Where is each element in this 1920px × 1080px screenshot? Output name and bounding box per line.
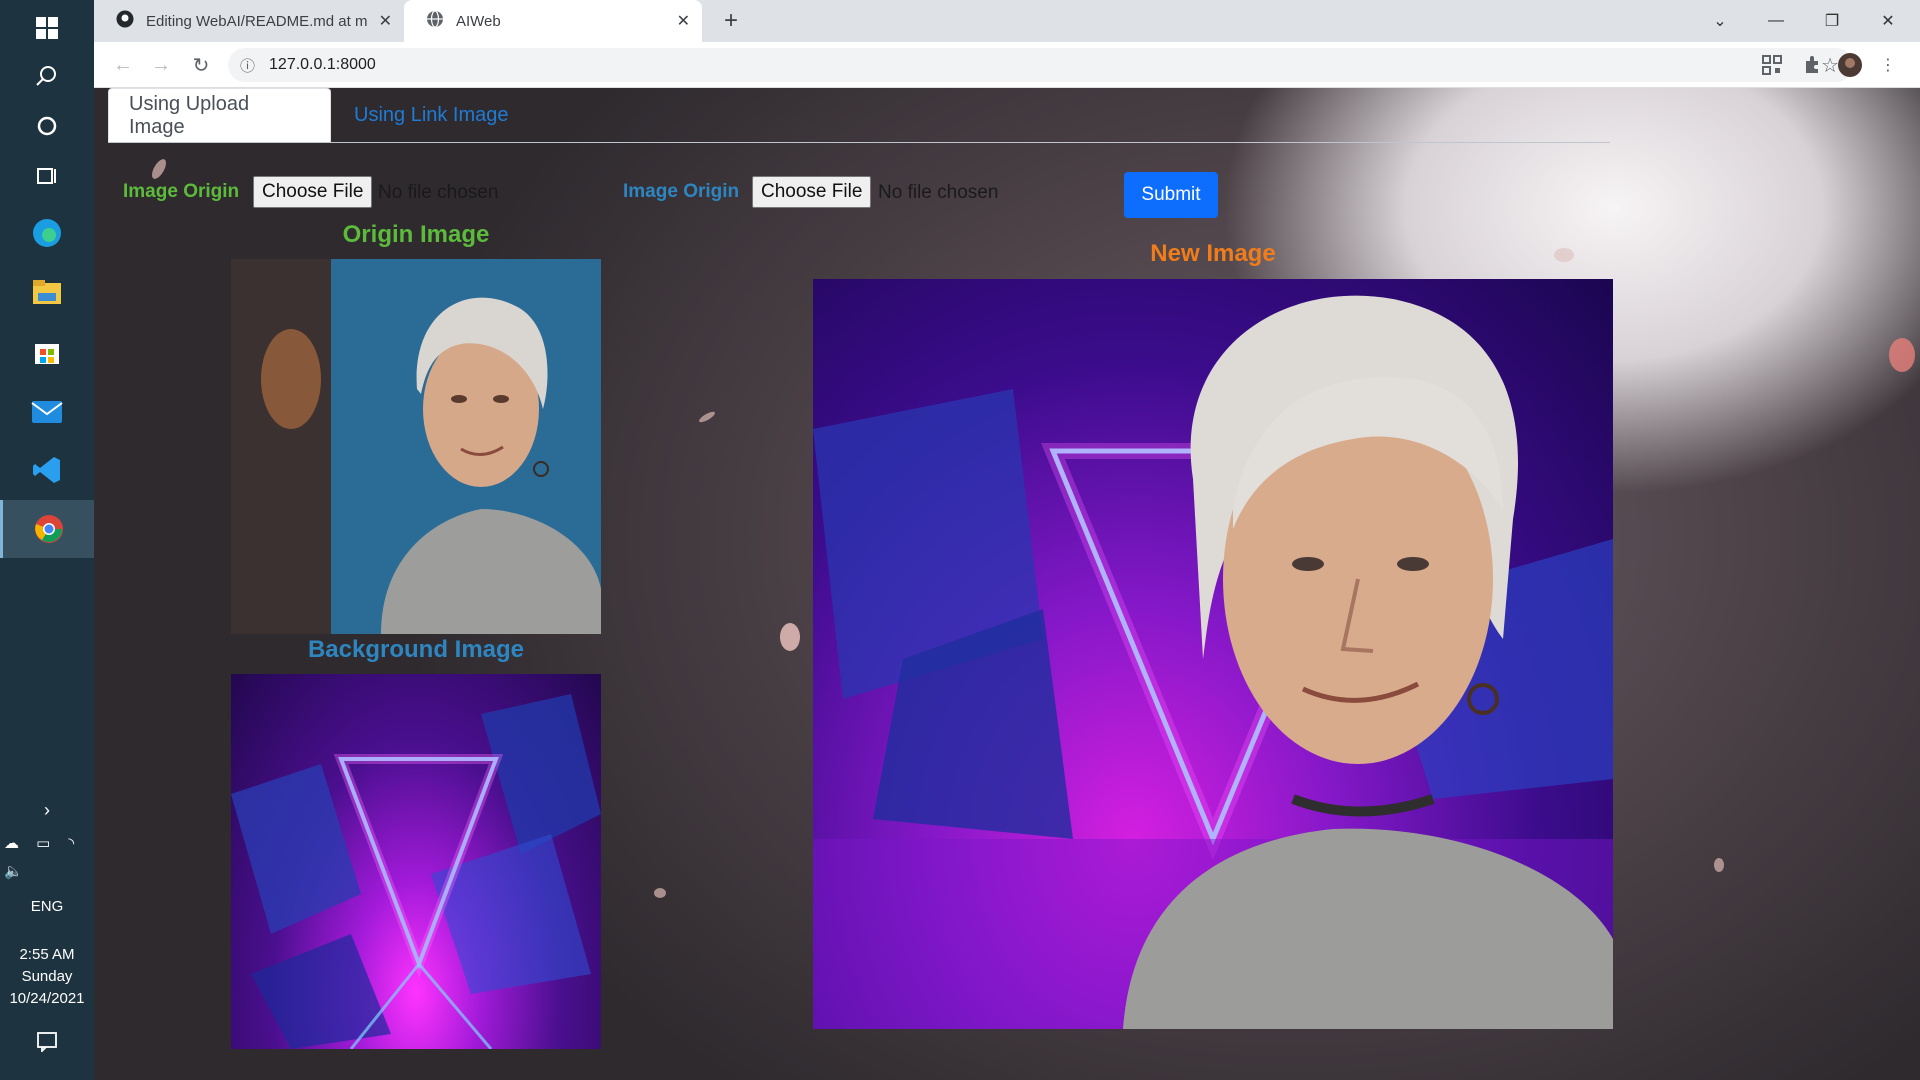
background-file-status: No file chosen	[878, 182, 999, 203]
origin-choose-file-button[interactable]: Choose File	[253, 176, 373, 208]
browser-toolbar: ← → ↻ ⓘ 127.0.0.1:8000 ☆ ⋮	[94, 42, 1920, 88]
file-explorer-icon[interactable]	[0, 264, 94, 320]
github-icon	[116, 10, 134, 32]
chrome-icon[interactable]	[0, 500, 94, 558]
clock[interactable]: 2:55 AM Sunday 10/24/2021	[0, 944, 94, 1010]
tray-icons: ☁ ▭ ◝	[0, 834, 98, 852]
page-viewport: Using Upload Image Using Link Image Imag…	[94, 88, 1920, 1080]
mode-tabs: Using Upload Image Using Link Image	[108, 88, 1610, 143]
back-icon[interactable]: ←	[108, 50, 138, 80]
tab-upload-image-label: Using Upload Image	[129, 92, 250, 138]
reload-icon[interactable]: ↻	[186, 50, 216, 80]
close-tab-icon[interactable]: ✕	[677, 11, 690, 31]
origin-file-status: No file chosen	[378, 182, 499, 203]
wifi-icon[interactable]: ◝	[68, 834, 90, 852]
tab-strip: Editing WebAI/README.md at m ✕ AIWeb ✕ +…	[94, 0, 1920, 42]
tab-search-icon[interactable]: ⌄	[1692, 0, 1748, 42]
extensions-icon[interactable]	[1798, 51, 1826, 79]
tab-title: Editing WebAI/README.md at m	[146, 12, 368, 30]
origin-field-label: Image Origin	[123, 181, 240, 202]
chevron-right-icon[interactable]: ›	[0, 800, 94, 821]
windows-taskbar: › ☁ ▭ ◝ 🔈 ENG 2:55 AM Sunday 10/24/2021	[0, 0, 94, 1080]
task-view-icon[interactable]	[0, 148, 94, 204]
search-icon[interactable]	[0, 48, 94, 104]
new-image	[813, 279, 1613, 1029]
profile-avatar[interactable]	[1836, 51, 1864, 79]
menu-kebab-icon[interactable]: ⋮	[1874, 51, 1902, 79]
background-field-label: Image Origin	[623, 181, 740, 202]
tab-title: AIWeb	[456, 12, 501, 30]
background-image	[231, 674, 601, 1049]
browser-tab-aiweb[interactable]: AIWeb ✕	[404, 0, 702, 42]
language-indicator[interactable]: ENG	[0, 898, 94, 915]
edge-icon[interactable]	[0, 205, 94, 261]
clock-time: 2:55 AM	[19, 946, 75, 963]
notifications-icon[interactable]	[0, 1030, 94, 1056]
browser-window: Editing WebAI/README.md at m ✕ AIWeb ✕ +…	[94, 0, 1920, 1080]
petal-decoration	[149, 156, 169, 182]
store-icon[interactable]	[0, 324, 94, 380]
address-bar[interactable]: ⓘ 127.0.0.1:8000 ☆	[228, 48, 1853, 82]
new-tab-icon[interactable]: +	[716, 6, 746, 36]
background-image-title: Background Image	[307, 636, 525, 663]
petal-decoration	[780, 623, 800, 651]
vscode-icon[interactable]	[0, 442, 94, 498]
restore-icon[interactable]: ❐	[1804, 0, 1860, 42]
browser-tab-github[interactable]: Editing WebAI/README.md at m ✕	[94, 0, 404, 42]
globe-icon	[426, 10, 444, 32]
info-icon[interactable]: ⓘ	[240, 55, 255, 76]
background-choose-file-button[interactable]: Choose File	[752, 176, 872, 208]
close-tab-icon[interactable]: ✕	[379, 11, 392, 31]
onedrive-icon[interactable]: ☁	[4, 834, 26, 852]
volume-icon[interactable]: 🔈	[0, 862, 98, 880]
submit-button[interactable]: Submit	[1124, 172, 1218, 218]
url-text: 127.0.0.1:8000	[269, 56, 376, 73]
petal-decoration	[697, 409, 717, 425]
petal-decoration	[654, 888, 666, 898]
petal-decoration	[1714, 858, 1724, 872]
origin-image	[231, 259, 601, 634]
forward-icon[interactable]: →	[146, 50, 176, 80]
tab-link-image-label: Using Link Image	[354, 103, 509, 126]
qr-code-icon[interactable]	[1758, 51, 1786, 79]
petal-decoration	[1889, 338, 1915, 372]
close-window-icon[interactable]: ✕	[1860, 0, 1916, 42]
clock-date: 10/24/2021	[9, 990, 85, 1007]
new-image-title: New Image	[1150, 240, 1276, 267]
clock-day: Sunday	[21, 968, 73, 985]
tab-link-image[interactable]: Using Link Image	[334, 88, 529, 142]
battery-icon[interactable]: ▭	[36, 834, 58, 852]
cortana-icon[interactable]	[0, 98, 94, 154]
mail-icon[interactable]	[0, 384, 94, 440]
origin-image-title: Origin Image	[342, 221, 490, 248]
minimize-icon[interactable]: —	[1748, 0, 1804, 42]
tab-upload-image[interactable]: Using Upload Image	[108, 88, 331, 142]
